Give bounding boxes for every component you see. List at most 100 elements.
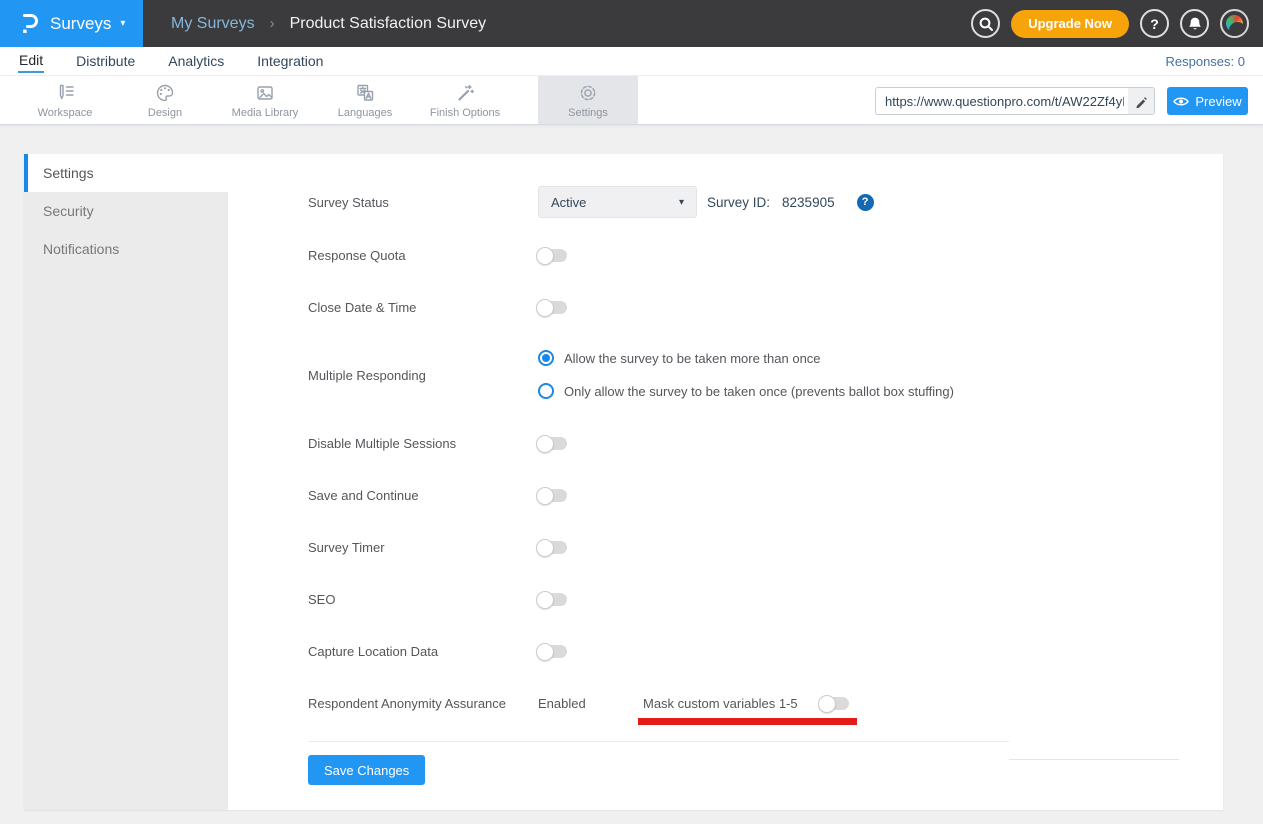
radio-unselected-icon[interactable] (538, 383, 554, 399)
responses-count[interactable]: Responses: 0 (1166, 54, 1246, 69)
seo-toggle[interactable] (538, 593, 567, 606)
radio-option-once[interactable]: Only allow the survey to be taken once (… (538, 383, 954, 399)
tab-integration[interactable]: Integration (256, 51, 324, 72)
radio-option-multiple[interactable]: Allow the survey to be taken more than o… (538, 350, 954, 366)
sidebar-item-settings[interactable]: Settings (24, 154, 228, 192)
gear-icon (577, 82, 599, 104)
settings-sidebar: Settings Security Notifications (24, 154, 228, 810)
response-quota-row: Response Quota (308, 247, 567, 263)
tab-distribute[interactable]: Distribute (75, 51, 136, 72)
response-quota-toggle[interactable] (538, 249, 567, 262)
seo-label: SEO (308, 592, 538, 607)
save-changes-button[interactable]: Save Changes (308, 755, 425, 785)
survey-timer-label: Survey Timer (308, 540, 538, 555)
annotation-red-underline (638, 718, 857, 725)
disable-sessions-toggle[interactable] (538, 437, 567, 450)
toolbar-item-finish-options[interactable]: Finish Options (415, 76, 515, 124)
sidebar-item-notifications[interactable]: Notifications (24, 230, 228, 268)
survey-url-input[interactable] (876, 94, 1128, 109)
save-continue-row: Save and Continue (308, 487, 567, 503)
capture-location-label: Capture Location Data (308, 644, 538, 659)
anonymity-label: Respondent Anonymity Assurance (308, 696, 538, 711)
survey-status-select[interactable]: Active ▾ (538, 186, 697, 218)
save-continue-label: Save and Continue (308, 488, 538, 503)
chevron-right-icon: › (270, 15, 275, 32)
toolbar-item-label: Design (148, 107, 182, 119)
toolbar-item-design[interactable]: Design (115, 76, 215, 124)
product-switcher[interactable]: Surveys ▾ (0, 0, 143, 47)
survey-timer-toggle[interactable] (538, 541, 567, 554)
toolbar-item-label: Finish Options (430, 107, 500, 119)
save-continue-toggle[interactable] (538, 489, 567, 502)
anonymity-status: Enabled (538, 696, 643, 711)
survey-timer-row: Survey Timer (308, 539, 567, 555)
image-icon (254, 82, 276, 104)
toolbar-item-label: Workspace (38, 107, 93, 119)
settings-panel: Settings Security Notifications Survey S… (24, 154, 1223, 810)
multiple-responding-label: Multiple Responding (308, 350, 538, 400)
toolbar-item-label: Languages (338, 107, 392, 119)
close-date-row: Close Date & Time (308, 299, 567, 315)
survey-nav: Edit Distribute Analytics Integration Re… (0, 47, 1263, 75)
survey-status-row: Survey Status Active ▾ Survey ID: 823590… (308, 186, 874, 218)
search-icon (978, 16, 994, 32)
radio-option-label: Allow the survey to be taken more than o… (564, 351, 821, 366)
sidebar-item-label: Security (43, 203, 94, 219)
response-quota-label: Response Quota (308, 248, 538, 263)
close-date-toggle[interactable] (538, 301, 567, 314)
preview-label: Preview (1195, 94, 1241, 109)
page-title: Product Satisfaction Survey (290, 15, 487, 33)
help-button[interactable]: ? (1140, 9, 1169, 38)
tab-analytics[interactable]: Analytics (167, 51, 225, 72)
breadcrumb-my-surveys[interactable]: My Surveys (171, 15, 255, 33)
toolbar-item-workspace[interactable]: Workspace (15, 76, 115, 124)
sidebar-item-security[interactable]: Security (24, 192, 228, 230)
question-mark-icon: ? (1150, 16, 1159, 32)
notifications-button[interactable] (1180, 9, 1209, 38)
multiple-responding-options: Allow the survey to be taken more than o… (538, 350, 954, 400)
top-header: Surveys ▾ My Surveys › Product Satisfact… (0, 0, 1263, 47)
header-actions: Upgrade Now ? (971, 9, 1263, 38)
seo-row: SEO (308, 591, 567, 607)
radio-option-label: Only allow the survey to be taken once (… (564, 384, 954, 399)
chevron-down-icon: ▾ (120, 18, 125, 29)
close-date-label: Close Date & Time (308, 300, 538, 315)
preview-button[interactable]: Preview (1167, 87, 1248, 115)
tab-edit[interactable]: Edit (18, 50, 44, 73)
translate-icon (354, 82, 376, 104)
questionpro-logo-icon (20, 11, 39, 36)
radio-selected-icon[interactable] (538, 350, 554, 366)
eye-icon (1173, 96, 1189, 107)
disable-sessions-row: Disable Multiple Sessions (308, 435, 567, 451)
disable-sessions-label: Disable Multiple Sessions (308, 436, 538, 451)
avatar-image (1226, 15, 1243, 32)
sidebar-item-label: Notifications (43, 241, 119, 257)
breadcrumb: My Surveys › Product Satisfaction Survey (171, 15, 486, 33)
sidebar-item-label: Settings (43, 165, 94, 181)
bell-icon (1187, 16, 1203, 32)
survey-id-label: Survey ID: (707, 195, 770, 210)
chevron-down-icon: ▾ (679, 197, 684, 208)
workspace-icon (54, 82, 76, 104)
product-name: Surveys (50, 14, 111, 34)
mask-variables-toggle[interactable] (820, 697, 849, 710)
capture-location-row: Capture Location Data (308, 643, 567, 659)
search-button[interactable] (971, 9, 1000, 38)
magic-wand-icon (454, 82, 476, 104)
palette-icon (154, 82, 176, 104)
pencil-icon (1135, 95, 1148, 108)
survey-status-label: Survey Status (308, 195, 538, 210)
toolbar-item-label: Settings (568, 107, 608, 119)
survey-id-value: 8235905 (782, 195, 835, 210)
capture-location-toggle[interactable] (538, 645, 567, 658)
upgrade-now-button[interactable]: Upgrade Now (1011, 10, 1129, 38)
survey-status-value: Active (551, 195, 586, 210)
survey-id-help-icon[interactable]: ? (857, 194, 874, 211)
secondary-divider (1009, 759, 1179, 760)
toolbar-item-media-library[interactable]: Media Library (215, 76, 315, 124)
toolbar-item-languages[interactable]: Languages (315, 76, 415, 124)
toolbar-item-settings[interactable]: Settings (538, 76, 638, 124)
user-avatar[interactable] (1220, 9, 1249, 38)
mask-variables-label: Mask custom variables 1-5 (643, 696, 820, 711)
edit-url-button[interactable] (1128, 88, 1154, 114)
